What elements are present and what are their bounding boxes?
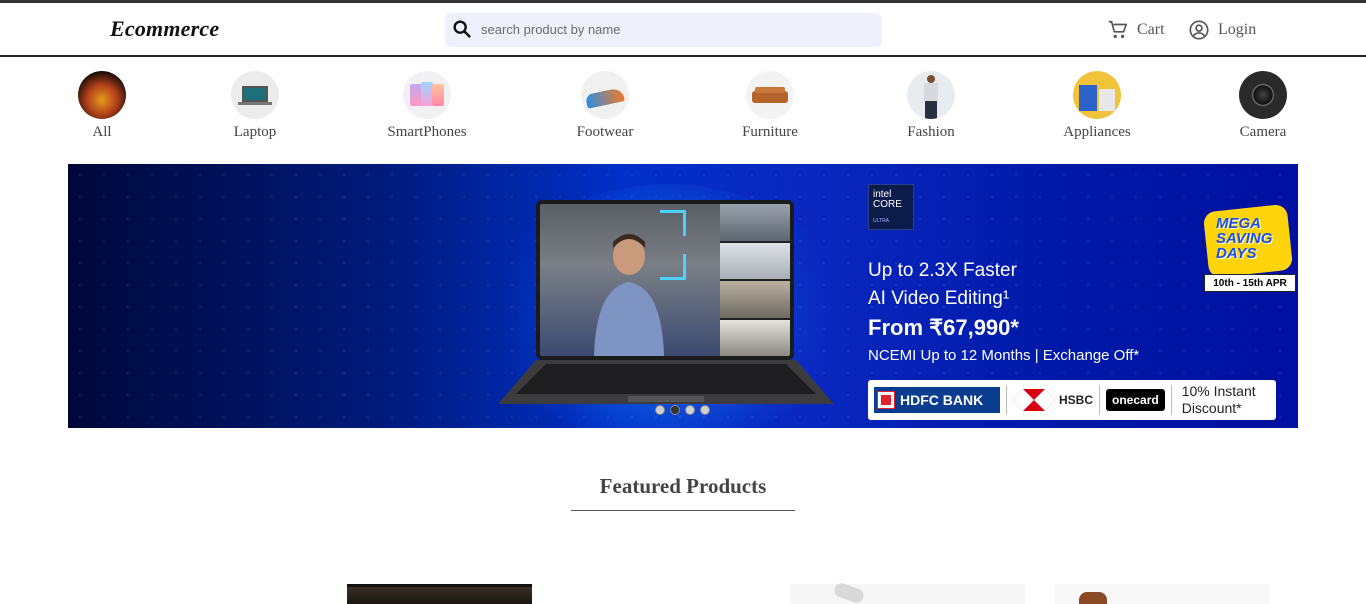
intel-badge-sub: ULTRA: [873, 218, 890, 224]
camera-thumbnail: [1239, 71, 1287, 119]
laptop-keyboard-base: [498, 360, 834, 404]
mega-saving-days-badge: MEGA SAVING DAYS 10th - 15th APR: [1202, 200, 1298, 292]
product-card-image[interactable]: [790, 581, 1025, 604]
appliances-thumbnail: [1073, 71, 1121, 119]
category-label: Camera: [1239, 124, 1287, 140]
mega-line-3: DAYS: [1216, 245, 1257, 262]
discount-line-2: Discount*: [1181, 400, 1242, 416]
heading-underline: [571, 510, 795, 511]
site-logo[interactable]: Ecommerce: [110, 16, 219, 42]
video-call-participant-tiles: [720, 204, 790, 356]
mega-line-2: SAVING: [1216, 230, 1273, 247]
divider: [1170, 385, 1172, 415]
intel-badge-text: intel CORE: [873, 189, 902, 210]
hdfc-bank-logo: HDFC BANK: [874, 387, 1000, 413]
intel-core-ultra-badge: intel CORE ULTRA: [868, 184, 914, 230]
bank-offer-strip: HDFC BANK HSBC onecard 10% Instant Disco…: [868, 380, 1276, 420]
category-label: Furniture: [742, 124, 798, 140]
category-appliances[interactable]: Appliances: [1037, 71, 1157, 141]
divider: [1006, 385, 1007, 415]
login-link[interactable]: Login: [1188, 19, 1256, 41]
laptop-thumbnail: [231, 71, 279, 119]
smartphones-thumbnail: [403, 71, 451, 119]
category-label: Appliances: [1063, 124, 1131, 140]
product-card-image[interactable]: [347, 584, 532, 604]
shoe-thumbnail: [581, 71, 629, 119]
promo-headline-2: AI Video Editing¹: [868, 288, 1010, 309]
mega-badge-text: MEGA SAVING DAYS: [1216, 216, 1272, 261]
cart-link[interactable]: Cart: [1107, 19, 1165, 41]
mega-line-1: MEGA: [1216, 215, 1261, 232]
discount-line-1: 10% Instant: [1181, 383, 1256, 399]
hsbc-label: HSBC: [1059, 393, 1094, 407]
cart-icon: [1108, 20, 1128, 39]
divider: [1099, 385, 1101, 415]
product-card-image[interactable]: [1055, 584, 1270, 604]
fashion-model-thumbnail: [907, 71, 955, 119]
category-camera[interactable]: Camera: [1203, 71, 1323, 141]
login-label: Login: [1218, 21, 1257, 38]
category-fashion[interactable]: Fashion: [871, 71, 991, 141]
search-input[interactable]: search product by name: [481, 22, 620, 37]
sofa-thumbnail: [746, 71, 794, 119]
category-label: Laptop: [233, 124, 277, 140]
mega-sale-dates: 10th - 15th APR: [1204, 274, 1296, 292]
account-circle-icon: [1189, 20, 1209, 40]
instant-discount-text: 10% Instant Discount*: [1182, 383, 1256, 417]
category-smartphones[interactable]: SmartPhones: [367, 71, 487, 141]
carousel-dot[interactable]: [655, 405, 665, 415]
carousel-dot[interactable]: [685, 405, 695, 415]
category-laptop[interactable]: Laptop: [195, 71, 315, 141]
category-furniture[interactable]: Furniture: [710, 71, 830, 141]
search-bar[interactable]: search product by name: [445, 13, 882, 47]
promo-price: From ₹67,990*: [868, 315, 1019, 340]
promo-emi-text: NCEMI Up to 12 Months | Exchange Off*: [868, 347, 1140, 364]
carousel-dot[interactable]: [700, 405, 710, 415]
hdfc-mark-icon: [877, 391, 895, 409]
onecard-logo: onecard: [1106, 389, 1165, 411]
hdfc-bank-label: HDFC BANK: [900, 392, 984, 408]
presenter-figure: [594, 234, 664, 356]
category-label: Footwear: [576, 124, 634, 140]
hsbc-hexagon-icon: [1013, 389, 1055, 411]
category-label: SmartPhones: [387, 124, 467, 140]
carousel-pagination[interactable]: [655, 405, 710, 415]
category-label: All: [92, 124, 112, 140]
featured-products-heading: Featured Products: [599, 474, 767, 498]
hsbc-logo: HSBC: [1013, 389, 1093, 411]
cart-label: Cart: [1137, 21, 1165, 38]
category-all[interactable]: All: [42, 71, 162, 141]
carousel-dot[interactable]: [670, 405, 680, 415]
category-label: Fashion: [907, 124, 955, 140]
category-footwear[interactable]: Footwear: [545, 71, 665, 141]
promo-banner-carousel[interactable]: intel CORE ULTRA Up to 2.3X Faster AI Vi…: [68, 164, 1298, 428]
laptop-screen-image: [536, 200, 794, 360]
site-header: Ecommerce search product by name Cart Lo…: [0, 3, 1366, 57]
all-products-thumbnail: [78, 71, 126, 119]
promo-headline-1: Up to 2.3X Faster: [868, 260, 1017, 281]
search-icon[interactable]: [451, 18, 473, 40]
